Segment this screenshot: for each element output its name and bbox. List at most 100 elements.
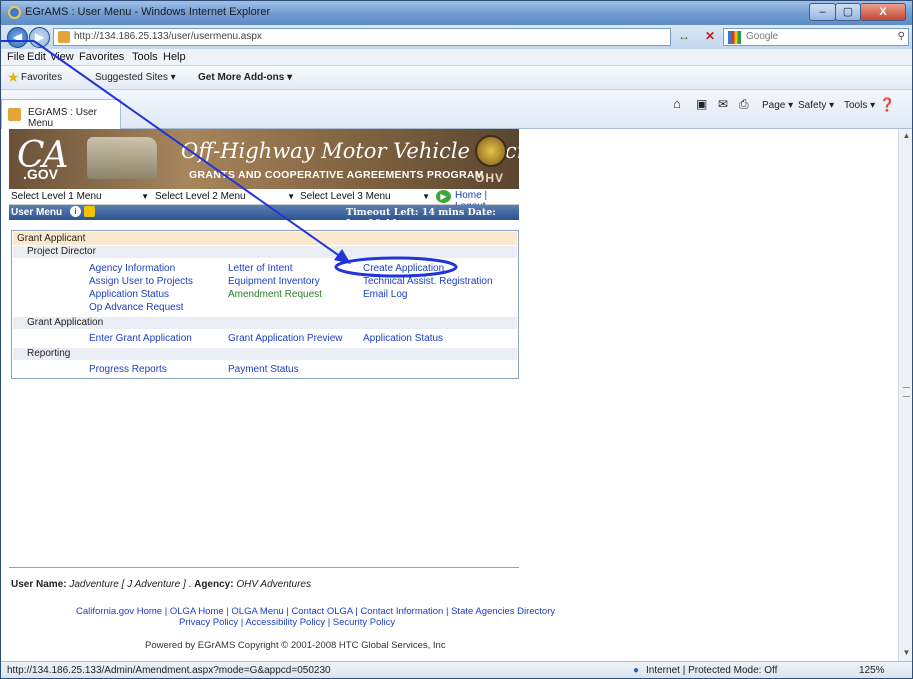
home-icon[interactable]: ⌂ <box>673 96 681 111</box>
level1-select[interactable]: Select Level 1 Menu ▼ <box>11 190 151 204</box>
favorites-star-icon: ★ <box>7 69 20 85</box>
menu-view[interactable]: View <box>50 51 74 63</box>
section-grant-applicant: Grant Applicant <box>13 232 517 245</box>
search-icon[interactable]: ⚲ <box>898 29 905 45</box>
window-title: EGrAMS : User Menu - Windows Internet Ex… <box>25 6 271 18</box>
menu-file[interactable]: File <box>7 51 25 63</box>
level-select-row: Select Level 1 Menu ▼ Select Level 2 Menu… <box>9 189 519 212</box>
level3-select[interactable]: Select Level 3 Menu ▼ <box>300 190 432 204</box>
footer-links-primary[interactable]: California.gov Home | OLGA Home | OLGA M… <box>76 606 555 617</box>
vertical-scrollbar[interactable]: ▲ ▼ <box>898 129 912 661</box>
chevron-down-icon: ▼ <box>141 192 149 201</box>
favorites-bar: ★ Favorites Suggested Sites ▾ Get More A… <box>1 66 912 90</box>
ie-icon <box>8 6 21 19</box>
scroll-up-icon[interactable]: ▲ <box>901 131 912 142</box>
status-bar: http://134.186.25.133/Admin/Amendment.as… <box>1 661 912 678</box>
link-grant-application-status[interactable]: Application Status <box>363 333 443 345</box>
link-grant-application-preview[interactable]: Grant Application Preview <box>228 333 343 345</box>
help-icon[interactable]: ❓ <box>879 97 895 113</box>
search-placeholder: Google <box>746 31 779 42</box>
address-input[interactable]: http://134.186.25.133/user/usermenu.aspx <box>53 28 671 46</box>
go-button[interactable]: ▶ <box>436 190 451 203</box>
tools-menu[interactable]: Tools ▾ <box>844 100 875 111</box>
notes-icon[interactable] <box>84 206 95 217</box>
link-email-log[interactable]: Email Log <box>363 289 407 301</box>
zoom-level[interactable]: 125% <box>859 665 885 676</box>
user-name-value: Jadventure [ J Adventure ] <box>69 579 186 590</box>
forward-button[interactable]: ▶ <box>29 27 50 48</box>
chevron-down-icon: ▼ <box>287 192 295 201</box>
link-create-application[interactable]: Create Application <box>363 263 444 275</box>
user-name-label: User Name: <box>11 579 67 590</box>
scroll-grip[interactable] <box>903 387 910 397</box>
level2-select[interactable]: Select Level 2 Menu ▼ <box>155 190 297 204</box>
link-amendment-request[interactable]: Amendment Request <box>228 289 322 301</box>
mail-icon[interactable]: ✉ <box>718 97 728 111</box>
suggested-sites-link[interactable]: Suggested Sites ▾ <box>95 72 176 83</box>
chevron-down-icon: ▼ <box>422 192 430 201</box>
info-icon[interactable]: i <box>70 206 81 217</box>
link-application-status[interactable]: Application Status <box>89 289 169 301</box>
footer-divider <box>9 567 519 568</box>
banner-title: Off-Highway Motor Vehicle Recreation <box>181 139 519 163</box>
user-menu-label: User Menu <box>11 207 63 218</box>
link-letter-of-intent[interactable]: Letter of Intent <box>228 263 293 275</box>
page-content: CA .GOV Off-Highway Motor Vehicle Recrea… <box>1 129 898 661</box>
gov-logo-text: .GOV <box>23 166 59 182</box>
link-enter-grant-application[interactable]: Enter Grant Application <box>89 333 192 345</box>
state-seal-icon <box>475 135 507 167</box>
timeout-date-text: Timeout Left: 14 mins Date: Jan-06-11 <box>346 207 496 229</box>
title-bar: EGrAMS : User Menu - Windows Internet Ex… <box>1 1 912 25</box>
safety-menu[interactable]: Safety ▾ <box>798 100 834 111</box>
favorites-button[interactable]: Favorites <box>21 72 62 83</box>
menu-edit[interactable]: Edit <box>27 51 46 63</box>
subsection-grant-application: Grant Application <box>13 317 517 329</box>
page-favicon-icon <box>58 31 70 43</box>
banner-subtitle: GRANTS AND COOPERATIVE AGREEMENTS PROGRA… <box>189 169 484 181</box>
get-addons-link[interactable]: Get More Add-ons ▾ <box>198 72 292 83</box>
ohv-logo-text: OHV <box>475 171 505 185</box>
link-assign-user-to-projects[interactable]: Assign User to Projects <box>89 276 193 288</box>
header-banner: CA .GOV Off-Highway Motor Vehicle Recrea… <box>9 129 519 189</box>
minimize-button[interactable]: – <box>809 3 836 21</box>
scroll-down-icon[interactable]: ▼ <box>901 648 912 659</box>
search-input[interactable]: Google ⚲ <box>723 28 909 46</box>
maximize-button[interactable]: ▢ <box>835 3 861 21</box>
link-equipment-inventory[interactable]: Equipment Inventory <box>228 276 320 288</box>
menu-help[interactable]: Help <box>163 51 186 63</box>
user-menu-panel: Grant Applicant Project Director Agency … <box>11 230 519 379</box>
feeds-icon[interactable]: ▣ <box>696 97 707 111</box>
level3-select-value: Select Level 3 Menu <box>300 191 391 202</box>
link-op-advance-request[interactable]: Op Advance Request <box>89 302 184 314</box>
agency-value: OHV Adventures <box>236 579 311 590</box>
user-menu-bar: User Menu i Timeout Left: 14 mins Date: … <box>9 205 519 229</box>
back-button[interactable]: ◀ <box>7 27 28 48</box>
refresh-icon[interactable]: ↔ <box>678 28 690 44</box>
page-menu[interactable]: Page ▾ <box>762 100 793 111</box>
close-button[interactable]: X <box>860 3 906 21</box>
copyright-text: Powered by EGrAMS Copyright © 2001-2008 … <box>145 640 446 651</box>
menu-bar: File Edit View Favorites Tools Help <box>1 49 912 66</box>
menu-favorites[interactable]: Favorites <box>79 51 124 63</box>
link-progress-reports[interactable]: Progress Reports <box>89 364 167 376</box>
stop-icon[interactable]: ✕ <box>705 28 715 44</box>
address-toolbar: ◀ ▶ http://134.186.25.133/user/usermenu.… <box>1 25 912 49</box>
google-icon <box>728 31 741 44</box>
status-url: http://134.186.25.133/Admin/Amendment.as… <box>7 665 331 676</box>
address-url: http://134.186.25.133/user/usermenu.aspx <box>74 31 262 42</box>
browser-window: EGrAMS : User Menu - Windows Internet Ex… <box>0 0 913 679</box>
level1-select-value: Select Level 1 Menu <box>11 191 102 202</box>
link-payment-status[interactable]: Payment Status <box>228 364 299 376</box>
user-info: User Name: Jadventure [ J Adventure ] . … <box>11 579 311 590</box>
footer-links-policy[interactable]: Privacy Policy | Accessibility Policy | … <box>179 617 395 628</box>
print-icon[interactable]: ⎙ <box>739 97 749 112</box>
tab-user-menu[interactable]: EGrAMS : User Menu <box>1 99 121 129</box>
link-agency-information[interactable]: Agency Information <box>89 263 175 275</box>
subsection-reporting: Reporting <box>13 348 517 360</box>
globe-icon: ● <box>633 665 640 676</box>
link-technical-assist-registration[interactable]: Technical Assist. Registration <box>363 276 493 288</box>
agency-label: Agency: <box>194 579 234 590</box>
jeep-image <box>87 137 157 179</box>
security-zone: Internet | Protected Mode: Off <box>646 665 778 676</box>
menu-tools[interactable]: Tools <box>132 51 158 63</box>
